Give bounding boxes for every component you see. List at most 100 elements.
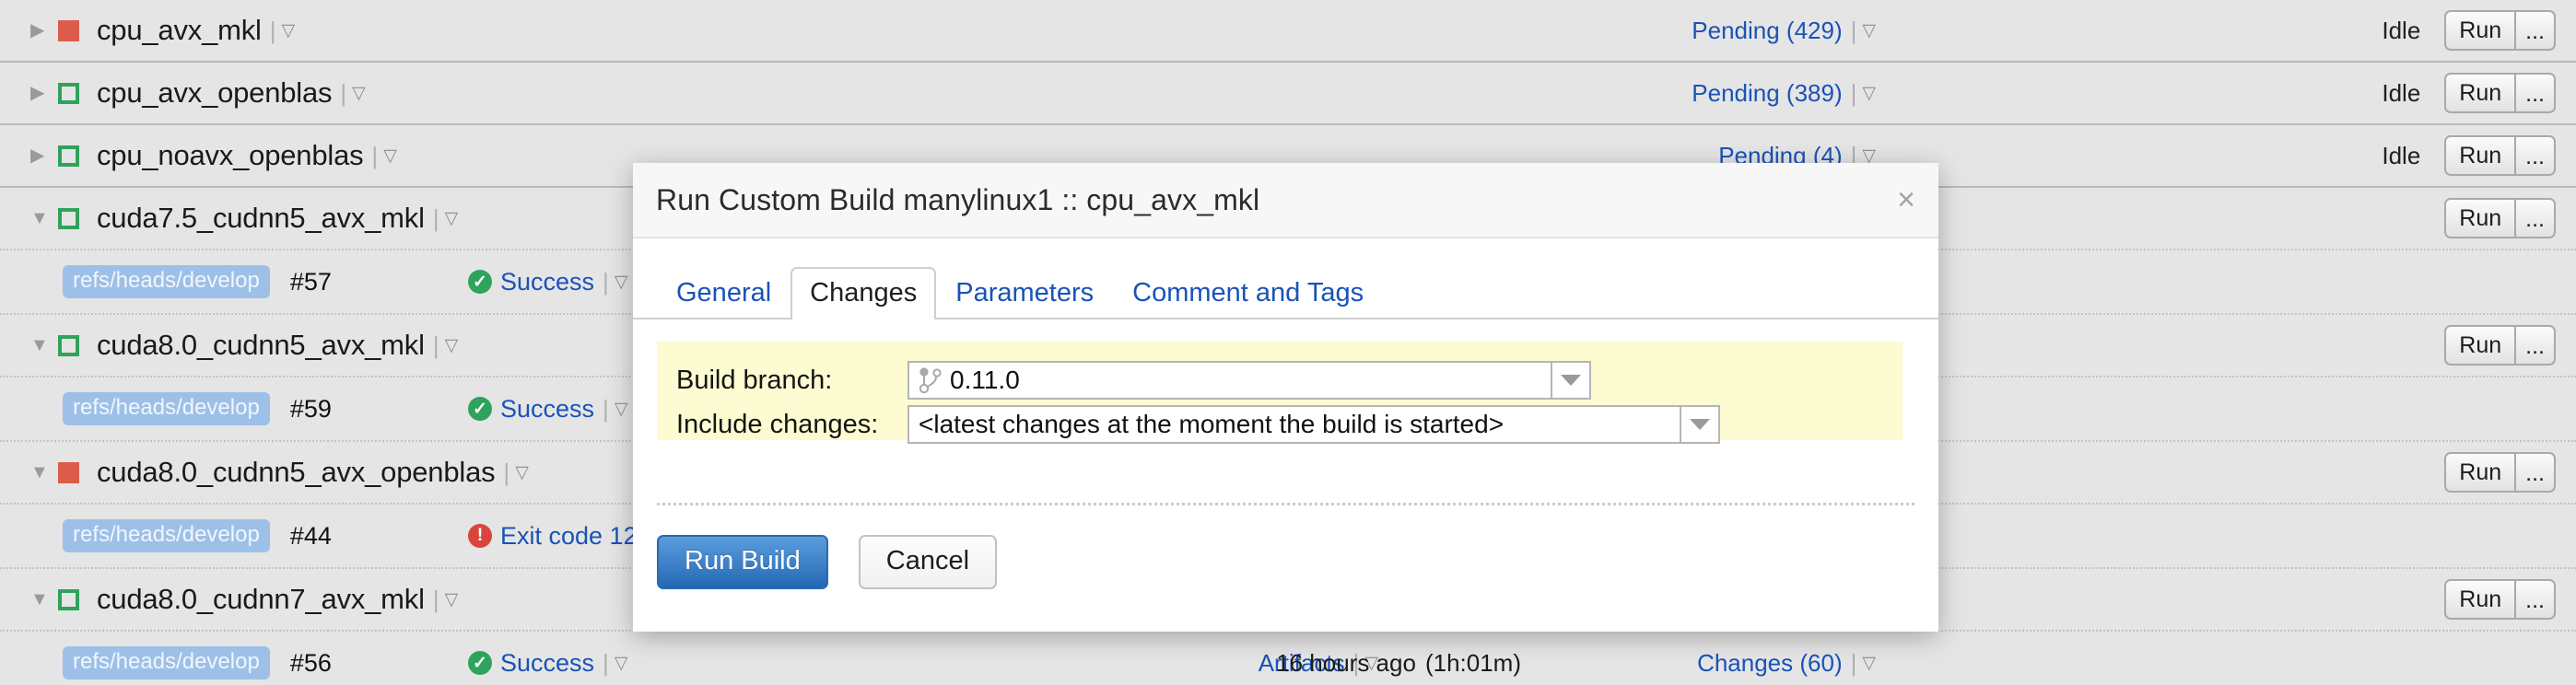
build-type-name[interactable]: cpu_noavx_openblas: [97, 139, 364, 172]
run-button[interactable]: Run ...: [2444, 579, 2556, 620]
run-options-button[interactable]: ...: [2516, 454, 2554, 491]
build-branch-combobox[interactable]: 0.11.0: [907, 361, 1552, 400]
build-status-text[interactable]: Exit code 12: [500, 522, 638, 551]
branch-tag: refs/heads/develop: [63, 646, 270, 679]
close-icon[interactable]: ×: [1897, 184, 1915, 215]
chevron-down-icon[interactable]: ▽: [281, 20, 295, 41]
expand-collapse-icon[interactable]: [30, 336, 58, 354]
include-changes-combobox[interactable]: <latest changes at the moment the build …: [907, 405, 1681, 444]
build-type-name[interactable]: cuda7.5_cudnn5_avx_mkl: [97, 202, 425, 235]
build-status-text[interactable]: Success: [500, 268, 594, 296]
build-branch-value-wrap: 0.11.0: [909, 363, 1027, 398]
pending-cell: Pending (389) | ▽: [1692, 79, 1876, 108]
run-options-button[interactable]: ...: [2516, 200, 2554, 237]
actions-cell: Idle Run ...: [2382, 135, 2576, 176]
build-status-text[interactable]: Success: [500, 649, 594, 678]
changes-parameters-block: Build branch: 0.11.0 Include changes: <l…: [657, 342, 1903, 444]
include-changes-dropdown-button[interactable]: [1681, 405, 1720, 444]
pending-cell: Pending (429) | ▽: [1692, 17, 1876, 45]
chevron-down-icon[interactable]: ▽: [1862, 653, 1876, 674]
pending-link[interactable]: Pending (389): [1692, 79, 1842, 108]
build-type-name[interactable]: cpu_avx_mkl: [97, 14, 262, 47]
chevron-down-icon[interactable]: ▽: [615, 653, 628, 674]
actions-cell: Run ...: [2444, 198, 2576, 238]
pending-link[interactable]: Pending (429): [1692, 17, 1842, 45]
divider: |: [1850, 78, 1857, 107]
chevron-down-icon[interactable]: ▽: [1862, 83, 1876, 104]
status-square-icon: [58, 207, 79, 229]
expand-collapse-icon[interactable]: [30, 590, 58, 609]
build-type-name[interactable]: cuda8.0_cudnn7_avx_mkl: [97, 583, 425, 616]
build-number[interactable]: #59: [290, 395, 332, 424]
chevron-down-icon[interactable]: ▽: [615, 272, 628, 293]
chevron-down-icon[interactable]: ▽: [445, 589, 459, 610]
run-options-button[interactable]: ...: [2516, 137, 2554, 174]
branch-tag: refs/heads/develop: [63, 265, 270, 298]
run-options-button[interactable]: ...: [2516, 75, 2554, 111]
run-options-button[interactable]: ...: [2516, 327, 2554, 364]
run-button[interactable]: Run ...: [2444, 452, 2556, 493]
chevron-down-icon[interactable]: ▽: [445, 335, 459, 356]
divider: |: [1850, 16, 1857, 44]
build-status-text[interactable]: Success: [500, 395, 594, 424]
actions-cell: Idle Run ...: [2382, 73, 2576, 113]
tab-comment-and-tags[interactable]: Comment and Tags: [1113, 267, 1383, 319]
divider: |: [1850, 648, 1857, 677]
actions-cell: Run ...: [2444, 325, 2576, 366]
build-time-cell: 16 hours ago (1h:01m): [1276, 649, 1521, 678]
build-row[interactable]: refs/heads/develop #56 ✓ Success | ▽ Art…: [0, 632, 2576, 685]
build-number[interactable]: #44: [290, 522, 332, 551]
run-button-label: Run: [2459, 459, 2502, 485]
build-number[interactable]: #57: [290, 268, 332, 296]
build-type-name[interactable]: cuda8.0_cudnn5_avx_mkl: [97, 329, 425, 362]
dialog-title: Run Custom Build manylinux1 :: cpu_avx_m…: [656, 182, 1260, 216]
tab-parameters[interactable]: Parameters: [936, 267, 1113, 319]
chevron-down-icon[interactable]: ▽: [383, 145, 397, 167]
expand-collapse-icon[interactable]: [30, 463, 58, 482]
run-button[interactable]: Run ...: [2444, 10, 2556, 51]
tab-changes[interactable]: Changes: [790, 267, 937, 319]
queue-state: Idle: [2382, 16, 2421, 44]
run-button[interactable]: Run ...: [2444, 198, 2556, 238]
run-button[interactable]: Run ...: [2444, 73, 2556, 113]
dialog-actions: Run Build Cancel: [657, 535, 998, 589]
run-options-button[interactable]: ...: [2516, 12, 2554, 49]
chevron-down-icon[interactable]: ▽: [445, 208, 459, 229]
build-type-row[interactable]: cpu_avx_mkl | ▽ Pending (429) | ▽ Idle R…: [0, 0, 2576, 63]
status-square-icon: [58, 588, 79, 610]
run-build-button[interactable]: Run Build: [657, 535, 828, 589]
run-options-button[interactable]: ...: [2516, 581, 2554, 618]
divider: |: [432, 585, 439, 613]
success-icon: ✓: [468, 397, 492, 421]
divider: |: [432, 331, 439, 359]
expand-collapse-icon[interactable]: [30, 146, 58, 165]
changes-link[interactable]: Changes (60): [1697, 649, 1843, 678]
changes-cell: Changes (60) | ▽: [1697, 649, 1876, 678]
chevron-down-icon[interactable]: ▽: [515, 462, 529, 483]
build-branch-dropdown-button[interactable]: [1552, 361, 1591, 400]
run-button[interactable]: Run ...: [2444, 325, 2556, 366]
actions-cell: Run ...: [2444, 579, 2576, 620]
build-type-name[interactable]: cuda8.0_cudnn5_avx_openblas: [97, 456, 496, 489]
chevron-down-icon[interactable]: ▽: [352, 83, 366, 104]
build-type-name[interactable]: cpu_avx_openblas: [97, 76, 333, 110]
run-button-label: Run: [2459, 17, 2502, 43]
git-branch-icon: [919, 366, 943, 394]
chevron-down-icon[interactable]: ▽: [615, 399, 628, 420]
divider: |: [371, 141, 379, 169]
expand-collapse-icon[interactable]: [30, 209, 58, 227]
build-branch-label: Build branch:: [676, 365, 833, 395]
build-status-cell: ✓ Success | ▽: [468, 649, 627, 678]
expand-collapse-icon[interactable]: [30, 84, 58, 102]
actions-cell: Run ...: [2444, 452, 2576, 493]
actions-cell: Idle Run ...: [2382, 10, 2576, 51]
cancel-button[interactable]: Cancel: [858, 535, 998, 589]
build-branch-value: 0.11.0: [950, 366, 1020, 394]
build-number[interactable]: #56: [290, 649, 332, 678]
tab-general[interactable]: General: [657, 267, 790, 319]
build-type-row[interactable]: cpu_avx_openblas | ▽ Pending (389) | ▽ I…: [0, 63, 2576, 125]
expand-collapse-icon[interactable]: [30, 21, 58, 40]
run-button[interactable]: Run ...: [2444, 135, 2556, 176]
chevron-down-icon[interactable]: ▽: [1862, 20, 1876, 41]
